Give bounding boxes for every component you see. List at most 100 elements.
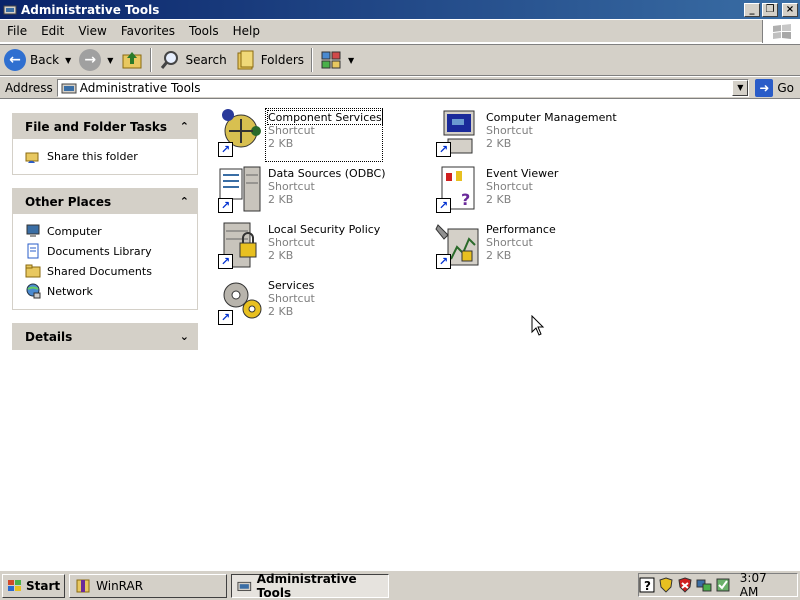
address-dropdown-icon[interactable]: ▼ — [732, 79, 749, 96]
address-value: Administrative Tools — [79, 80, 201, 95]
other-place-computer[interactable]: Computer — [25, 221, 189, 241]
start-label: Start — [26, 578, 61, 593]
other-place-network[interactable]: Network — [25, 281, 189, 301]
item-type: Shortcut — [268, 124, 315, 137]
network-connection-icon[interactable] — [696, 577, 712, 593]
security-shield-icon[interactable] — [658, 577, 674, 593]
share-folder-link[interactable]: Share this folder — [25, 146, 189, 166]
network-label: Network — [47, 284, 93, 298]
item-size: 2 KB — [268, 249, 294, 262]
antivirus-shield-icon[interactable] — [677, 577, 693, 593]
shortcut-arrow-icon: ↗ — [218, 142, 233, 157]
shortcut-arrow-icon: ↗ — [218, 254, 233, 269]
maximize-button[interactable]: ❐ — [762, 2, 778, 17]
address-input[interactable]: Administrative Tools ▼ — [56, 78, 750, 97]
other-place-shared-documents[interactable]: Shared Documents — [25, 261, 189, 281]
close-button[interactable]: × — [782, 2, 798, 17]
menu-view[interactable]: View — [71, 24, 113, 38]
shortcut-arrow-icon: ↗ — [218, 198, 233, 213]
computer-icon — [26, 224, 40, 237]
folder-icon — [25, 264, 41, 278]
system-tray: ? 3:07 AM — [638, 571, 798, 599]
toolbar: ← Back ▼ → ▼ Search Folders ▼ — [0, 44, 800, 76]
chevron-up-icon[interactable]: ⌃ — [180, 120, 189, 133]
item-size: 2 KB — [486, 137, 512, 150]
search-button[interactable]: Search — [155, 46, 230, 74]
documents-icon — [27, 243, 39, 259]
menu-edit[interactable]: Edit — [34, 24, 71, 38]
search-label: Search — [185, 53, 227, 67]
taskbar-item-administrative-tools[interactable]: Administrative Tools — [231, 572, 390, 600]
toolbar-separator — [311, 48, 314, 72]
details-panel: Details ⌄ — [12, 323, 198, 350]
menu-help[interactable]: Help — [226, 24, 267, 38]
file-folder-tasks-header[interactable]: File and Folder Tasks ⌃ — [13, 114, 197, 139]
go-button[interactable]: ➜ Go — [749, 78, 800, 97]
file-item-component-services[interactable]: ↗ Component Services Shortcut 2 KB — [216, 108, 416, 162]
other-places-header[interactable]: Other Places ⌃ — [13, 189, 197, 214]
item-size: 2 KB — [268, 305, 294, 318]
back-dropdown-icon[interactable]: ▼ — [65, 56, 71, 65]
shared-documents-label: Shared Documents — [47, 264, 152, 278]
shortcut-arrow-icon: ↗ — [218, 310, 233, 325]
up-button[interactable] — [117, 46, 147, 74]
clock[interactable]: 3:07 AM — [740, 571, 789, 599]
item-name: Computer Management — [486, 111, 617, 124]
taskbar: Start WinRAR Administrative Tools ? 3:07… — [0, 570, 800, 600]
help-icon[interactable]: ? — [639, 577, 655, 593]
admin-tools-icon — [3, 5, 17, 14]
back-button[interactable]: ← Back ▼ — [0, 46, 75, 74]
tray-app-icon[interactable] — [715, 577, 731, 593]
title-bar: Administrative Tools _ ❐ × — [0, 0, 800, 19]
file-item-services[interactable]: ↗ Services Shortcut 2 KB — [216, 277, 416, 329]
item-type: Shortcut — [268, 180, 315, 193]
windows-logo-icon — [762, 20, 800, 43]
item-size: 2 KB — [486, 193, 512, 206]
other-places-panel: Other Places ⌃ Computer Documents Librar… — [12, 188, 198, 310]
file-list: ↗ Component Services Shortcut 2 KB ↗ Com… — [208, 100, 800, 568]
file-item-data-sources[interactable]: ↗ Data Sources (ODBC) Shortcut 2 KB — [216, 165, 416, 217]
windows-flag-icon — [8, 579, 21, 591]
share-folder-icon — [25, 152, 39, 163]
menu-tools[interactable]: Tools — [182, 24, 226, 38]
file-item-performance[interactable]: ↗ Performance Shortcut 2 KB — [434, 221, 634, 273]
chevron-down-icon[interactable]: ⌄ — [180, 330, 189, 343]
file-item-event-viewer[interactable]: ? ↗ Event Viewer Shortcut 2 KB — [434, 165, 634, 217]
details-header[interactable]: Details ⌄ — [13, 324, 197, 349]
minimize-button[interactable]: _ — [744, 2, 760, 17]
menu-file[interactable]: File — [0, 24, 34, 38]
mouse-cursor-icon — [531, 315, 545, 336]
file-item-computer-management[interactable]: ↗ Computer Management Shortcut 2 KB — [434, 109, 634, 161]
item-name: Data Sources (ODBC) — [268, 167, 386, 180]
item-type: Shortcut — [486, 124, 533, 137]
admin-tools-icon — [237, 581, 252, 591]
chevron-up-icon[interactable]: ⌃ — [180, 195, 189, 208]
views-button[interactable]: ▼ — [316, 46, 358, 74]
panel-title: Other Places — [25, 194, 112, 209]
views-dropdown-icon[interactable]: ▼ — [348, 56, 354, 65]
shortcut-arrow-icon: ↗ — [436, 254, 451, 269]
forward-dropdown-icon[interactable]: ▼ — [107, 56, 113, 65]
documents-label: Documents Library — [47, 244, 152, 258]
other-place-documents[interactable]: Documents Library — [25, 241, 189, 261]
admin-tools-icon — [61, 83, 77, 93]
address-bar: Address Administrative Tools ▼ ➜ Go — [0, 77, 800, 99]
item-type: Shortcut — [486, 180, 533, 193]
share-folder-label: Share this folder — [47, 149, 138, 163]
folders-button[interactable]: Folders — [231, 46, 308, 74]
file-folder-tasks-panel: File and Folder Tasks ⌃ Share this folde… — [12, 113, 198, 175]
item-type: Shortcut — [486, 236, 533, 249]
panel-title: File and Folder Tasks — [25, 119, 168, 134]
menu-favorites[interactable]: Favorites — [114, 24, 182, 38]
window-title: Administrative Tools — [21, 2, 160, 17]
start-button[interactable]: Start — [2, 573, 66, 598]
forward-button[interactable]: → ▼ — [75, 46, 117, 74]
item-name: Performance — [486, 223, 556, 236]
search-icon — [161, 51, 179, 69]
winrar-icon — [76, 579, 90, 592]
file-item-local-security-policy[interactable]: ↗ Local Security Policy Shortcut 2 KB — [216, 221, 416, 273]
item-size: 2 KB — [268, 193, 294, 206]
item-type: Shortcut — [268, 236, 315, 249]
taskbar-item-winrar[interactable]: WinRAR — [69, 573, 228, 598]
task-pane: File and Folder Tasks ⌃ Share this folde… — [0, 100, 208, 568]
